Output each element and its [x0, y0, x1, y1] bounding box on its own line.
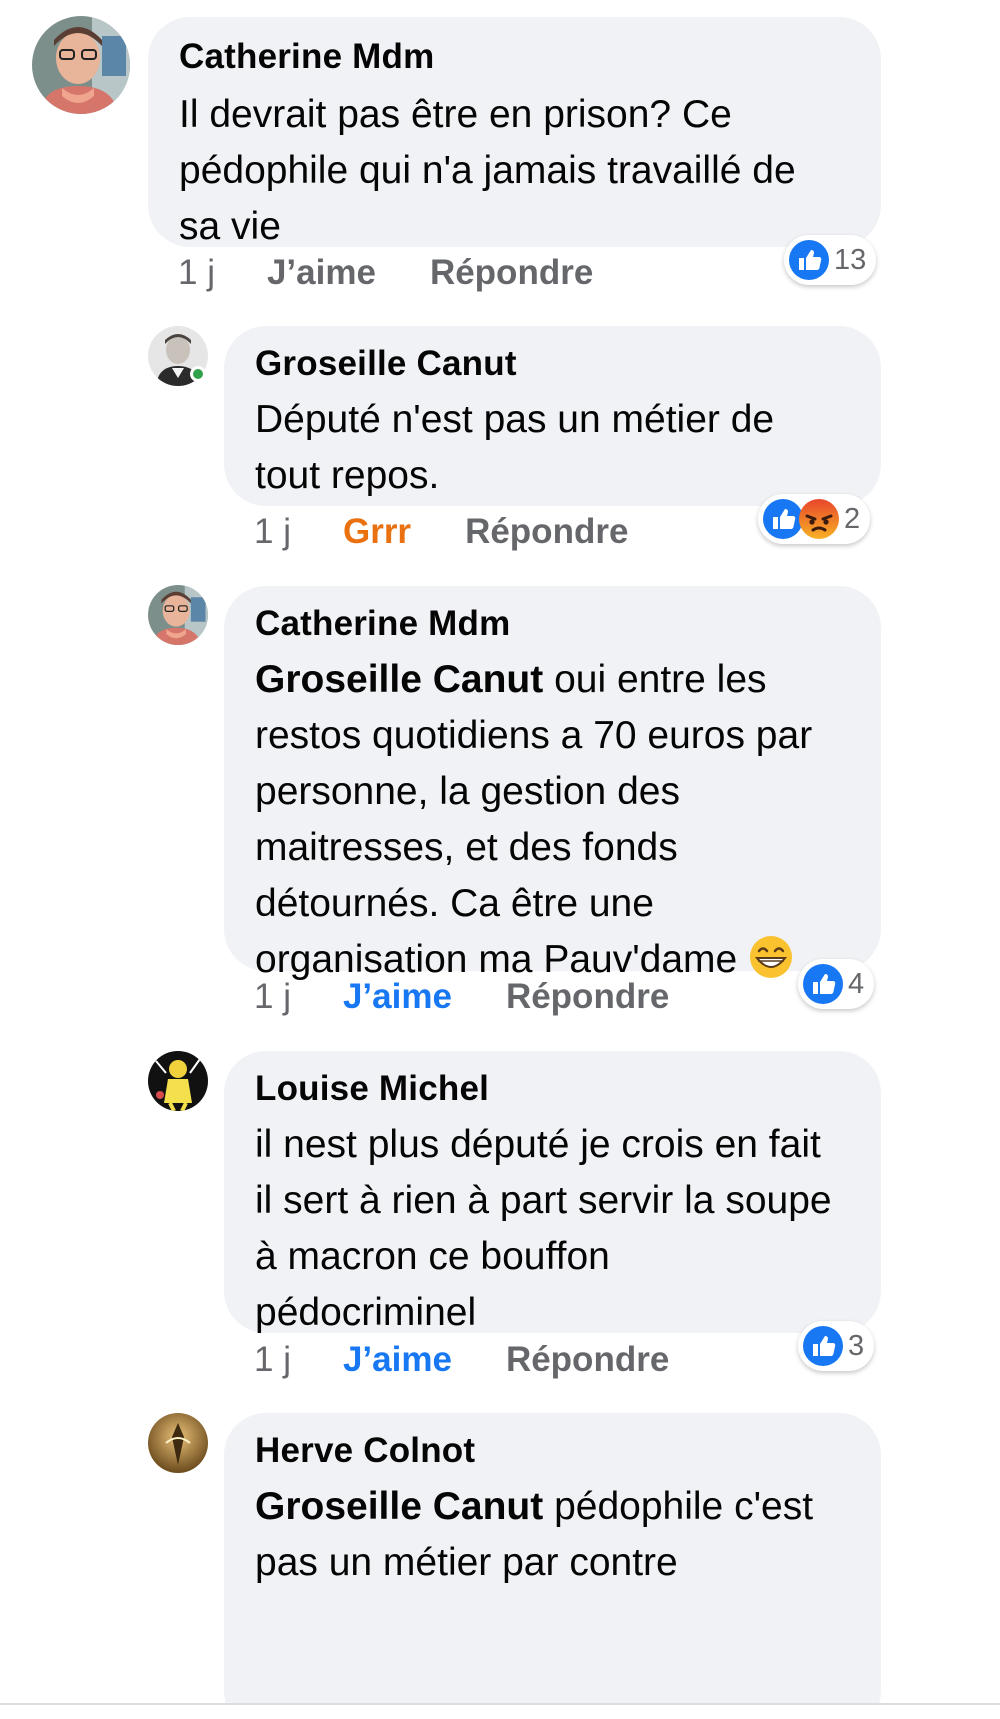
grrr-reaction-button[interactable]: Grrr — [343, 512, 411, 552]
comment-text-line: Il devrait pas être en prison? Ce — [179, 93, 732, 136]
comment-timestamp[interactable]: 1 j — [178, 253, 215, 293]
like-button[interactable]: J’aime — [267, 253, 376, 293]
comment-author[interactable]: Catherine Mdm — [255, 602, 881, 646]
comment-text-line: il nest plus député je crois en fait — [255, 1123, 821, 1166]
comment-timestamp[interactable]: 1 j — [254, 512, 291, 552]
comment-text-line: pédocriminel — [255, 1291, 477, 1334]
bottom-edge-divider — [0, 1703, 1000, 1719]
louise-avatar-image — [148, 1051, 208, 1111]
mention-link[interactable]: Groseille Canut — [255, 1485, 543, 1528]
avatar[interactable] — [148, 585, 208, 645]
comment-author[interactable]: Herve Colnot — [255, 1429, 881, 1473]
comment-actions: 1 j J’aime Répondre — [254, 1335, 669, 1385]
reaction-summary[interactable]: 4 — [798, 959, 875, 1009]
reply-button[interactable]: Répondre — [430, 253, 593, 293]
comment-text-line: personne, la gestion des — [255, 770, 680, 813]
reaction-summary[interactable]: 2 — [758, 494, 871, 544]
like-reaction-icon — [803, 1326, 843, 1366]
comment-author[interactable]: Louise Michel — [255, 1067, 881, 1111]
reaction-summary[interactable]: 13 — [784, 235, 877, 285]
comment-bubble: Louise Michel il nest plus député je cro… — [224, 1051, 881, 1334]
grinning-emoji-icon — [750, 936, 793, 978]
comment-timestamp[interactable]: 1 j — [254, 1340, 291, 1380]
reaction-count: 13 — [834, 243, 867, 276]
avatar[interactable] — [148, 1051, 208, 1111]
comment-author[interactable]: Catherine Mdm — [179, 35, 881, 79]
like-button[interactable]: J’aime — [343, 977, 452, 1017]
comment-text-fragment: pédophile c'est — [543, 1485, 814, 1528]
like-button[interactable]: J’aime — [343, 1340, 452, 1380]
catherine-avatar-image — [148, 585, 208, 645]
like-reaction-icon — [803, 964, 843, 1004]
comment-text-fragment: oui entre les — [543, 658, 767, 701]
reaction-count: 4 — [848, 967, 865, 1000]
comment-bubble: Herve Colnot Groseille Canut pédophile c… — [224, 1413, 881, 1719]
comment-text-line: Député n'est pas un métier de — [255, 398, 775, 441]
comment-text-line: à macron ce bouffon — [255, 1235, 610, 1278]
comment-text-line: sa vie — [179, 205, 281, 248]
comment-bubble: Catherine Mdm Il devrait pas être en pri… — [148, 17, 881, 248]
comment-text-line: maitresses, et des fonds — [255, 826, 678, 869]
catherine-avatar-image — [32, 16, 130, 114]
comment-text-line: Groseille Canut oui entre les — [255, 652, 881, 708]
avatar[interactable] — [32, 16, 130, 114]
angry-reaction-icon — [799, 499, 839, 539]
reply-button[interactable]: Répondre — [465, 512, 628, 552]
comment-bubble: Catherine Mdm Groseille Canut oui entre … — [224, 586, 881, 981]
comment-author[interactable]: Groseille Canut — [255, 342, 881, 386]
like-reaction-icon — [789, 240, 829, 280]
herve-avatar-image — [148, 1413, 208, 1473]
reaction-count: 3 — [848, 1329, 865, 1362]
comment-bubble: Groseille Canut Député n'est pas un méti… — [224, 326, 881, 506]
comment-text-line: pas un métier par contre — [255, 1541, 678, 1584]
comment-text-line: restos quotidiens a 70 euros par — [255, 714, 813, 757]
avatar[interactable] — [148, 1413, 208, 1473]
comment-text-line: détournés. Ca être une — [255, 882, 654, 925]
reply-button[interactable]: Répondre — [506, 977, 669, 1017]
reaction-summary[interactable]: 3 — [798, 1321, 875, 1371]
comment-text-line: Groseille Canut pédophile c'est — [255, 1479, 881, 1535]
comment-text-line: il sert à rien à part servir la soupe — [255, 1179, 832, 1222]
comment-actions: 1 j Grrr Répondre — [254, 507, 628, 557]
online-status-indicator — [190, 366, 206, 382]
mention-link[interactable]: Groseille Canut — [255, 658, 543, 701]
reaction-count: 2 — [844, 502, 861, 535]
comment-text-line: pédophile qui n'a jamais travaillé de — [179, 149, 796, 192]
comment-actions: 1 j J’aime Répondre — [254, 972, 669, 1022]
reply-button[interactable]: Répondre — [506, 1340, 669, 1380]
comment-timestamp[interactable]: 1 j — [254, 977, 291, 1017]
comment-actions: 1 j J’aime Répondre — [178, 248, 593, 298]
